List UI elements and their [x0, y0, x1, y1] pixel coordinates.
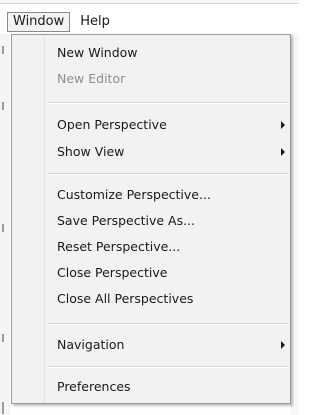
menu-item-close-perspective[interactable]: Close Perspective [57, 262, 285, 284]
menu-item-label: Show View [57, 144, 125, 159]
menu-item-customize-perspective[interactable]: Customize Perspective... [57, 184, 285, 206]
menu-item-label: Customize Perspective... [57, 187, 211, 202]
menu-item-label: New Editor [57, 71, 126, 86]
menu-item-navigation[interactable]: Navigation [57, 334, 285, 356]
background-tick [2, 224, 4, 232]
background-tick [2, 334, 4, 342]
menu-item-label: Navigation [57, 337, 125, 352]
menu-item-label: Save Perspective As... [57, 213, 196, 228]
menu-separator [48, 173, 288, 175]
menu-icon-gutter [12, 35, 45, 403]
menu-item-label: Close Perspective [57, 265, 168, 280]
menu-item-label: New Window [57, 45, 138, 60]
window-menu-dropdown: New Window New Editor Open Perspective S… [11, 34, 291, 404]
menu-item-label: Reset Perspective... [57, 239, 181, 254]
menu-help[interactable]: Help [74, 12, 116, 32]
menu-item-close-all-perspectives[interactable]: Close All Perspectives [57, 288, 285, 310]
menu-item-preferences[interactable]: Preferences [57, 376, 285, 398]
menu-item-label: Close All Perspectives [57, 291, 194, 306]
menu-item-label: Preferences [57, 379, 131, 394]
background-window-right-edge [291, 34, 299, 415]
background-tick [2, 46, 4, 54]
window-top-edge [0, 0, 299, 4]
menu-item-label: Open Perspective [57, 117, 167, 132]
menu-window[interactable]: Window [7, 12, 71, 32]
background-window-left-edge [0, 34, 10, 415]
menu-bar: Window Help [7, 11, 116, 33]
menu-item-show-view[interactable]: Show View [57, 141, 285, 163]
menu-item-open-perspective[interactable]: Open Perspective [57, 114, 285, 136]
chevron-right-icon [281, 121, 285, 129]
menu-item-save-perspective-as[interactable]: Save Perspective As... [57, 210, 285, 232]
menu-separator [48, 366, 288, 368]
menu-item-new-window[interactable]: New Window [57, 42, 285, 64]
menu-item-new-editor: New Editor [57, 68, 285, 90]
background-tick [2, 102, 4, 110]
menu-separator [48, 102, 288, 104]
menu-separator [48, 323, 288, 325]
chevron-right-icon [281, 341, 285, 349]
chevron-right-icon [281, 148, 285, 156]
menu-item-reset-perspective[interactable]: Reset Perspective... [57, 236, 285, 258]
background-tick [2, 402, 4, 414]
